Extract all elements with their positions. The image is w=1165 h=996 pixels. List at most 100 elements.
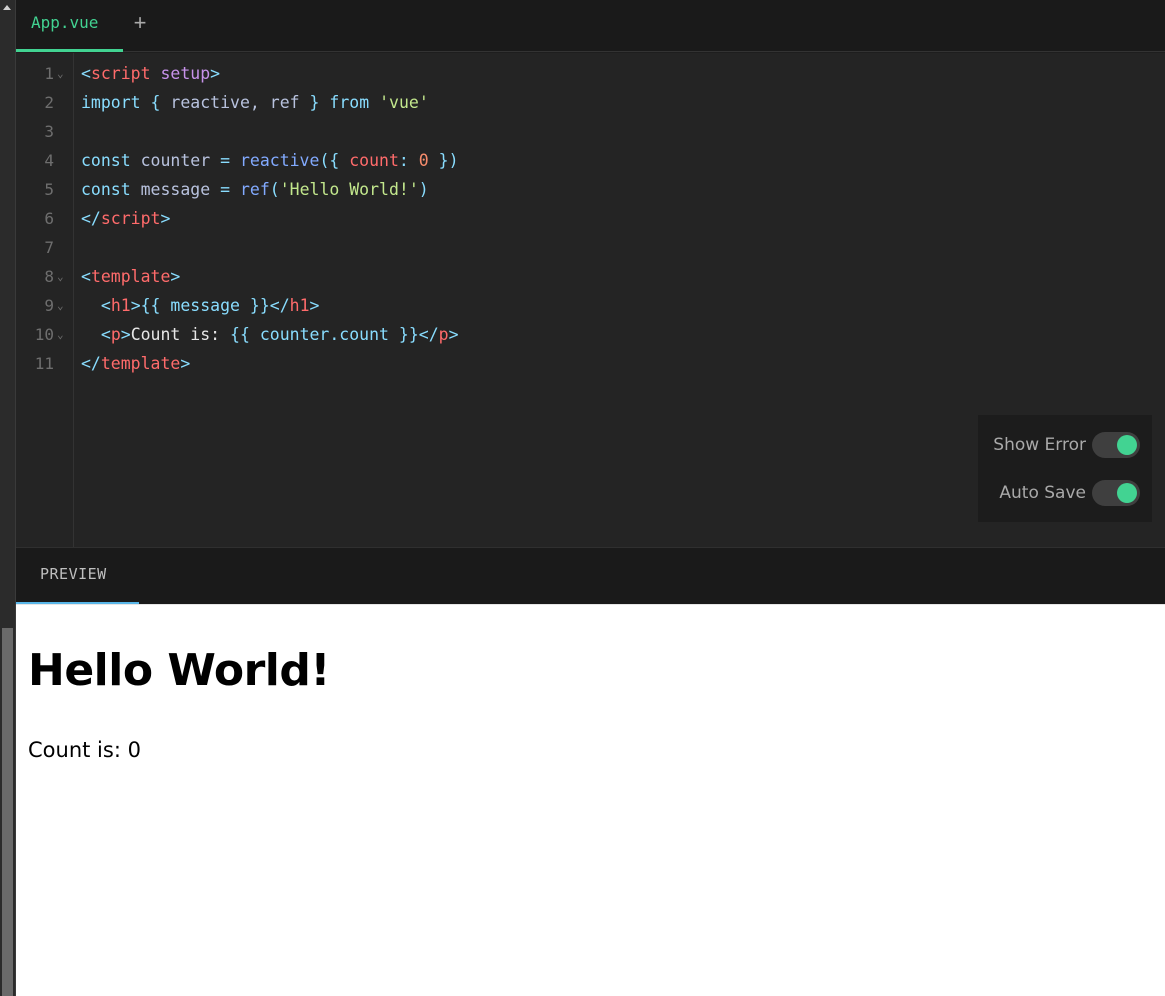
code-line: <h1>{{ message }}</h1> — [81, 291, 1165, 320]
code-line: <script setup> — [81, 59, 1165, 88]
add-file-button[interactable]: + — [131, 10, 149, 36]
auto-save-toggle[interactable] — [1092, 480, 1140, 506]
tab-app-vue[interactable]: App.vue — [16, 0, 123, 52]
token: ({ — [319, 151, 350, 170]
token: ref — [239, 180, 270, 199]
token: </ — [81, 209, 101, 228]
scrollbar-thumb[interactable] — [2, 628, 13, 996]
token: > — [309, 296, 320, 315]
fold-chevron-icon[interactable]: ⌄ — [57, 291, 67, 320]
token: message — [130, 180, 221, 199]
token: h1 — [110, 296, 131, 315]
preview-pane: Hello World! Count is: 0 — [16, 604, 1165, 996]
window-scrollbar[interactable] — [0, 0, 16, 996]
code-lines[interactable]: <script setup> import { reactive, ref } … — [81, 59, 1165, 378]
line-number: 7 — [44, 238, 54, 257]
token: reactive — [239, 151, 320, 170]
token: 0 — [418, 151, 429, 170]
code-line: import { reactive, ref } from 'vue' — [81, 88, 1165, 117]
code-line: </template> — [81, 349, 1165, 378]
line-number: 1 — [44, 64, 54, 83]
token: } — [299, 93, 330, 112]
line-number: 9 — [44, 296, 54, 315]
token: const — [81, 151, 131, 170]
tab-preview[interactable]: PREVIEW — [16, 548, 139, 605]
token: </ — [418, 325, 439, 344]
fold-chevron-icon[interactable]: ⌄ — [57, 262, 67, 291]
line-number: 4 — [44, 151, 54, 170]
code-line: <p>Count is: {{ counter.count }}</p> — [81, 320, 1165, 349]
toggle-knob — [1117, 435, 1137, 455]
token: < — [81, 267, 91, 286]
token: < — [81, 64, 91, 83]
token: < — [100, 296, 111, 315]
token: Count is: — [130, 325, 231, 344]
line-number: 3 — [44, 122, 54, 141]
token: </ — [269, 296, 290, 315]
token: = — [220, 151, 240, 170]
token: > — [448, 325, 459, 344]
token: count — [349, 151, 399, 170]
token: template — [100, 354, 181, 373]
token: > — [120, 325, 131, 344]
token: template — [90, 267, 171, 286]
token: p — [110, 325, 121, 344]
preview-heading: Hello World! — [28, 645, 330, 696]
line-number: 10 — [34, 325, 54, 344]
auto-save-row[interactable]: Auto Save — [999, 478, 1140, 508]
token: import — [81, 93, 141, 112]
token: 'Hello World!' — [279, 180, 419, 199]
token: script — [100, 209, 161, 228]
show-error-label: Show Error — [993, 435, 1086, 455]
fold-chevron-icon[interactable]: ⌄ — [57, 59, 67, 88]
token: = — [220, 180, 240, 199]
preview-tab-bar: PREVIEW — [16, 547, 1165, 605]
token: ref — [269, 93, 300, 112]
line-number: 5 — [44, 180, 54, 199]
auto-save-label: Auto Save — [999, 483, 1086, 503]
token: setup — [160, 64, 211, 83]
code-line: <template> — [81, 262, 1165, 291]
token: : — [398, 151, 419, 170]
token: </ — [81, 354, 101, 373]
token: 'vue' — [379, 93, 429, 112]
token: ) — [418, 180, 429, 199]
show-error-row[interactable]: Show Error — [993, 430, 1140, 460]
scroll-up-arrow-icon[interactable] — [3, 5, 11, 10]
token: }) — [428, 151, 459, 170]
token: > — [180, 354, 191, 373]
fold-chevron-icon[interactable]: ⌄ — [57, 320, 67, 349]
token: > — [210, 64, 221, 83]
token: > — [130, 296, 141, 315]
token: h1 — [289, 296, 310, 315]
show-error-toggle[interactable] — [1092, 432, 1140, 458]
token: counter — [130, 151, 221, 170]
line-number: 8 — [44, 267, 54, 286]
token: script — [90, 64, 151, 83]
token: { — [140, 93, 171, 112]
code-line: </script> — [81, 204, 1165, 233]
token: from — [329, 93, 370, 112]
token: < — [100, 325, 111, 344]
token: const — [81, 180, 131, 199]
code-line: const message = ref('Hello World!') — [81, 175, 1165, 204]
line-number: 2 — [44, 93, 54, 112]
token: p — [438, 325, 449, 344]
editor-tab-bar: App.vue + — [16, 0, 1165, 52]
line-number: 6 — [44, 209, 54, 228]
token: reactive — [170, 93, 250, 112]
line-number: 11 — [34, 354, 54, 373]
token: > — [160, 209, 171, 228]
editor-options-panel: Show Error Auto Save — [978, 415, 1152, 522]
code-line: const counter = reactive({ count: 0 }) — [81, 146, 1165, 175]
token: {{ counter.count }} — [230, 325, 419, 344]
preview-count-text: Count is: 0 — [28, 738, 141, 762]
line-number-gutter: 1 ⌄ 2 3 4 5 6 7 8 ⌄ 9 ⌄ 10 ⌄ 11 — [16, 53, 74, 547]
token: , — [249, 93, 270, 112]
toggle-knob — [1117, 483, 1137, 503]
